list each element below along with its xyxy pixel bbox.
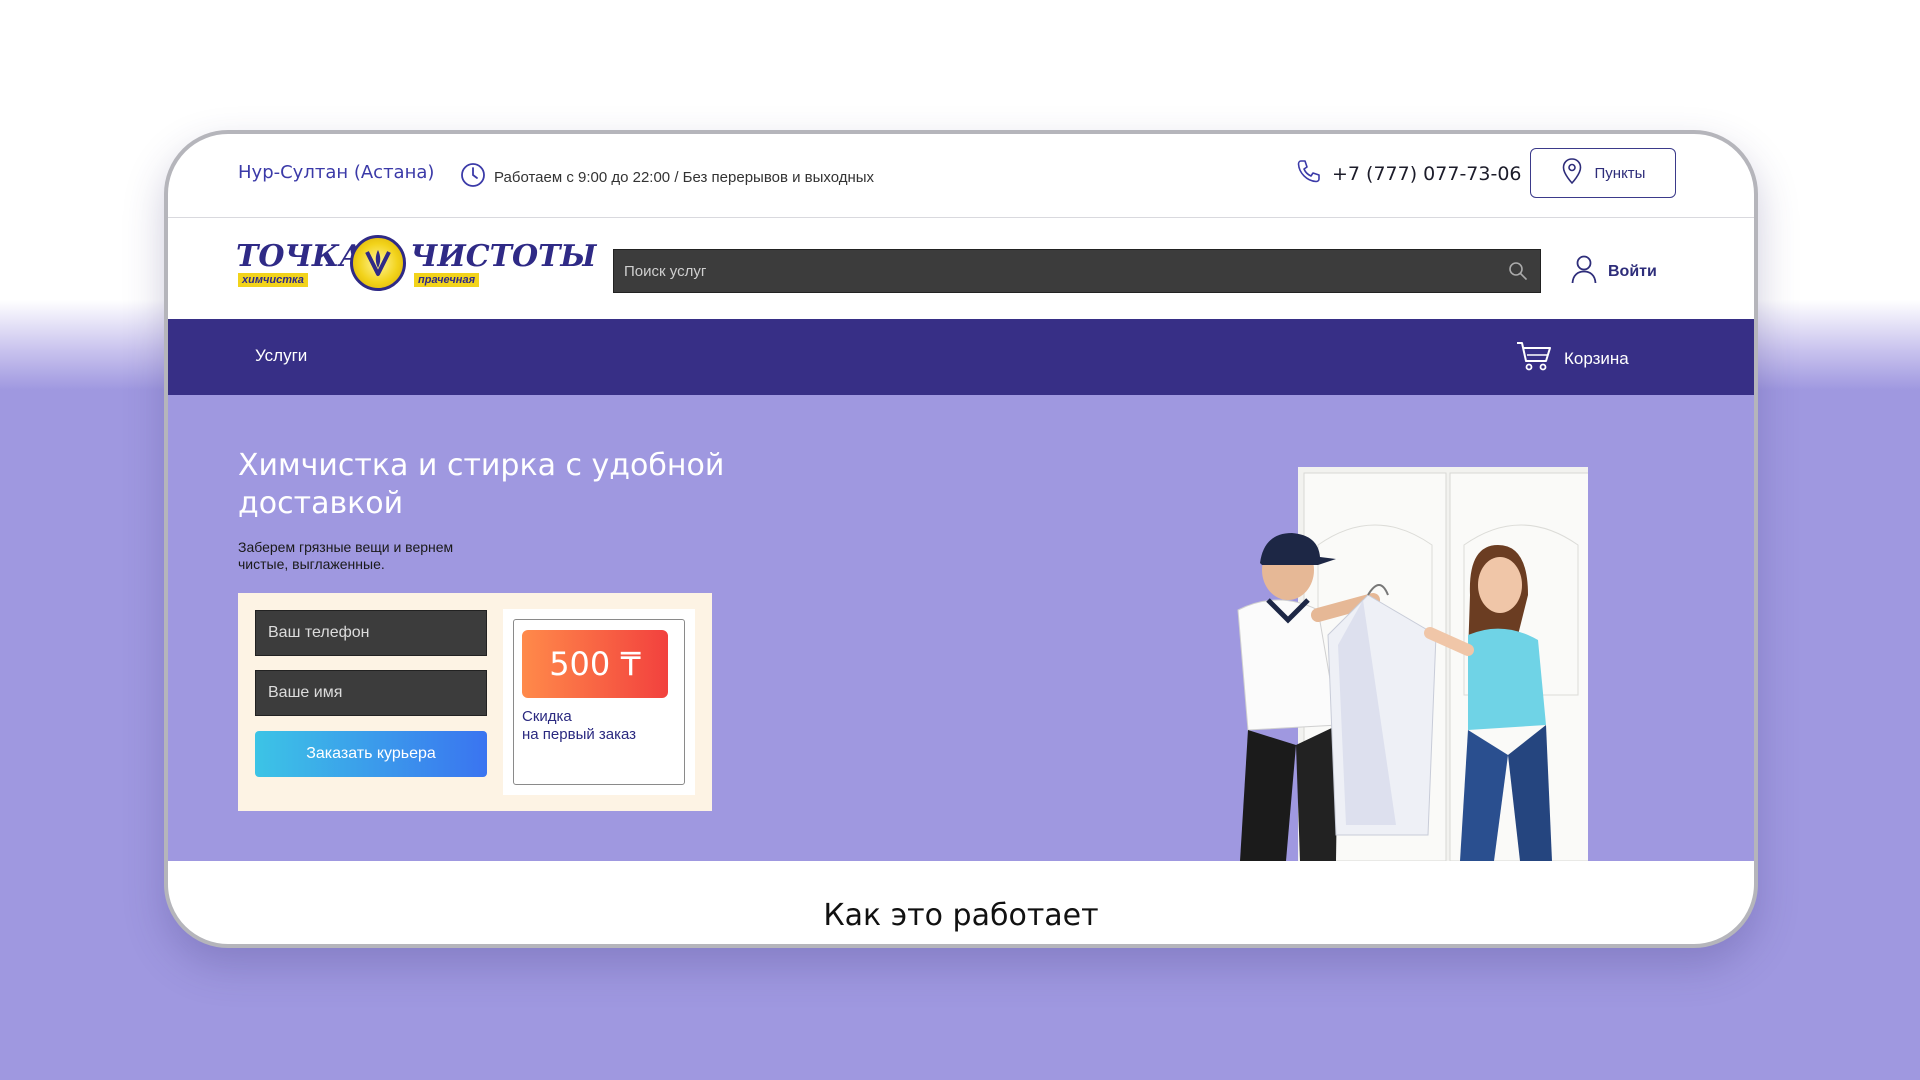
- logo-emblem-icon: [350, 235, 406, 291]
- logo-word-1: ТОЧКА: [236, 239, 364, 274]
- browser-frame: Нур-Султан (Астана) Работаем с 9:00 до 2…: [164, 130, 1758, 948]
- cart-icon: [1516, 341, 1552, 376]
- login-label: Войти: [1608, 262, 1657, 280]
- logo-tagline-2: прачечная: [414, 273, 480, 287]
- top-info-bar: Нур-Султан (Астана) Работаем с 9:00 до 2…: [168, 134, 1754, 218]
- logo-tagline-1: химчистка: [238, 273, 308, 287]
- user-icon: [1570, 254, 1598, 289]
- hero-illustration: [1237, 467, 1588, 861]
- clock-icon: [460, 162, 486, 192]
- hero-section: Химчистка и стирка с удобной доставкой З…: [168, 395, 1754, 861]
- phone-link[interactable]: +7 (777) 077-73-06: [1296, 158, 1522, 189]
- city-selector[interactable]: Нур-Султан (Астана): [238, 162, 434, 183]
- login-button[interactable]: Войти: [1570, 254, 1657, 289]
- cart-link[interactable]: Корзина: [1516, 341, 1629, 376]
- working-hours-text: Работаем с 9:00 до 22:00 / Без перерывов…: [494, 168, 875, 186]
- cart-label: Корзина: [1564, 348, 1629, 368]
- search-bar: [613, 249, 1541, 293]
- promo-text-line-2: на первый заказ: [522, 726, 637, 743]
- promo-text: Скидка на первый заказ: [522, 708, 672, 744]
- nav-services[interactable]: Услуги: [255, 346, 307, 366]
- order-courier-button[interactable]: Заказать курьера: [255, 731, 487, 777]
- location-pin-icon: [1561, 157, 1583, 189]
- promo-text-line-1: Скидка: [522, 708, 572, 725]
- hero-title: Химчистка и стирка с удобной доставкой: [238, 448, 725, 521]
- courier-order-form: Заказать курьера 500 ₸ Скидка на первый …: [238, 593, 712, 811]
- search-icon[interactable]: [1496, 249, 1540, 293]
- search-input[interactable]: [614, 250, 1496, 292]
- points-label: Пункты: [1594, 164, 1646, 182]
- working-hours: Работаем с 9:00 до 22:00 / Без перерывов…: [460, 162, 874, 192]
- points-button[interactable]: Пункты: [1530, 148, 1676, 198]
- phone-number: +7 (777) 077-73-06: [1332, 162, 1522, 185]
- phone-field[interactable]: [255, 610, 487, 656]
- logo-word-2: ЧИСТОТЫ: [410, 239, 597, 274]
- promo-card: 500 ₸ Скидка на первый заказ: [503, 609, 695, 795]
- brand-logo[interactable]: ТОЧКА ЧИСТОТЫ химчистка прачечная: [236, 235, 596, 295]
- phone-icon: [1296, 158, 1322, 189]
- how-it-works-heading: Как это работает: [823, 898, 1099, 933]
- name-field[interactable]: [255, 670, 487, 716]
- hero-subtitle: Заберем грязные вещи и вернем чистые, вы…: [238, 539, 454, 572]
- promo-card-inner: 500 ₸ Скидка на первый заказ: [513, 619, 685, 785]
- promo-amount: 500 ₸: [522, 630, 668, 698]
- main-nav: Услуги Корзина: [168, 319, 1754, 395]
- header: ТОЧКА ЧИСТОТЫ химчистка прачечная Войти: [168, 219, 1754, 319]
